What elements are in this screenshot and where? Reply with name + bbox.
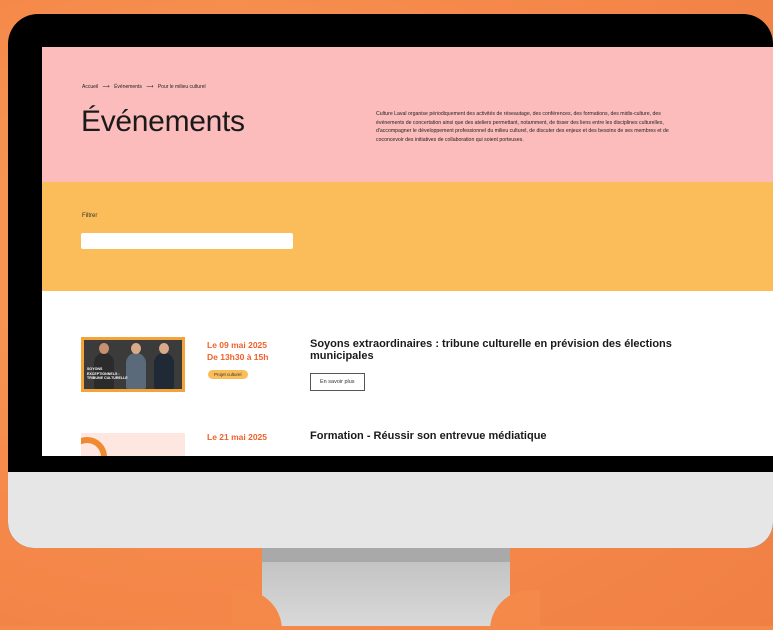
- page-intro: Culture Laval organise périodiquement de…: [376, 111, 669, 143]
- breadcrumb-current: Pour le milieu culturel: [157, 84, 206, 90]
- event-tag[interactable]: Projet culturel: [208, 370, 248, 379]
- learn-more-button[interactable]: En savoir plus: [310, 373, 365, 391]
- filter-label: Filtrer: [82, 213, 98, 219]
- filter-input[interactable]: [81, 233, 293, 249]
- event-date: Le 09 mai 2025 De 13h30 à 15h: [207, 339, 268, 363]
- screen: Accueil ⟶ Événements ⟶ Pour le milieu cu…: [42, 47, 773, 456]
- monitor-stand-shadow: [262, 548, 510, 562]
- breadcrumb: Accueil ⟶ Événements ⟶ Pour le milieu cu…: [82, 84, 209, 90]
- thumbnail-graphic: [81, 437, 107, 456]
- event-time-line: De 13h30 à 15h: [207, 352, 269, 362]
- breadcrumb-separator: ⟶: [146, 84, 154, 90]
- event-thumbnail[interactable]: SOYONS EXCEPTIONNELS : TRIBUNE CULTURELL…: [81, 337, 185, 392]
- thumbnail-caption: SOYONS EXCEPTIONNELS : TRIBUNE CULTURELL…: [87, 367, 128, 381]
- page-header: Accueil ⟶ Événements ⟶ Pour le milieu cu…: [42, 47, 773, 182]
- event-date-line: Le 21 mai 2025: [207, 432, 268, 442]
- event-title[interactable]: Soyons extraordinaires : tribune culture…: [310, 338, 690, 362]
- event-thumbnail[interactable]: [81, 433, 185, 456]
- event-date-line: Le 09 mai 2025: [207, 340, 268, 350]
- filter-section: Filtrer: [42, 182, 773, 291]
- monitor: Accueil ⟶ Événements ⟶ Pour le milieu cu…: [8, 14, 773, 548]
- event-date: Le 21 mai 2025: [207, 431, 267, 443]
- page-title: Événements: [81, 105, 245, 138]
- breadcrumb-home[interactable]: Accueil: [82, 84, 98, 90]
- event-thumbnail-image: SOYONS EXCEPTIONNELS : TRIBUNE CULTURELL…: [84, 340, 182, 389]
- breadcrumb-separator: ⟶: [102, 84, 110, 90]
- event-title[interactable]: Formation - Réussir son entrevue médiati…: [310, 430, 690, 443]
- person-figure: [154, 343, 174, 389]
- monitor-chin: [8, 472, 773, 548]
- breadcrumb-events[interactable]: Événements: [114, 84, 142, 90]
